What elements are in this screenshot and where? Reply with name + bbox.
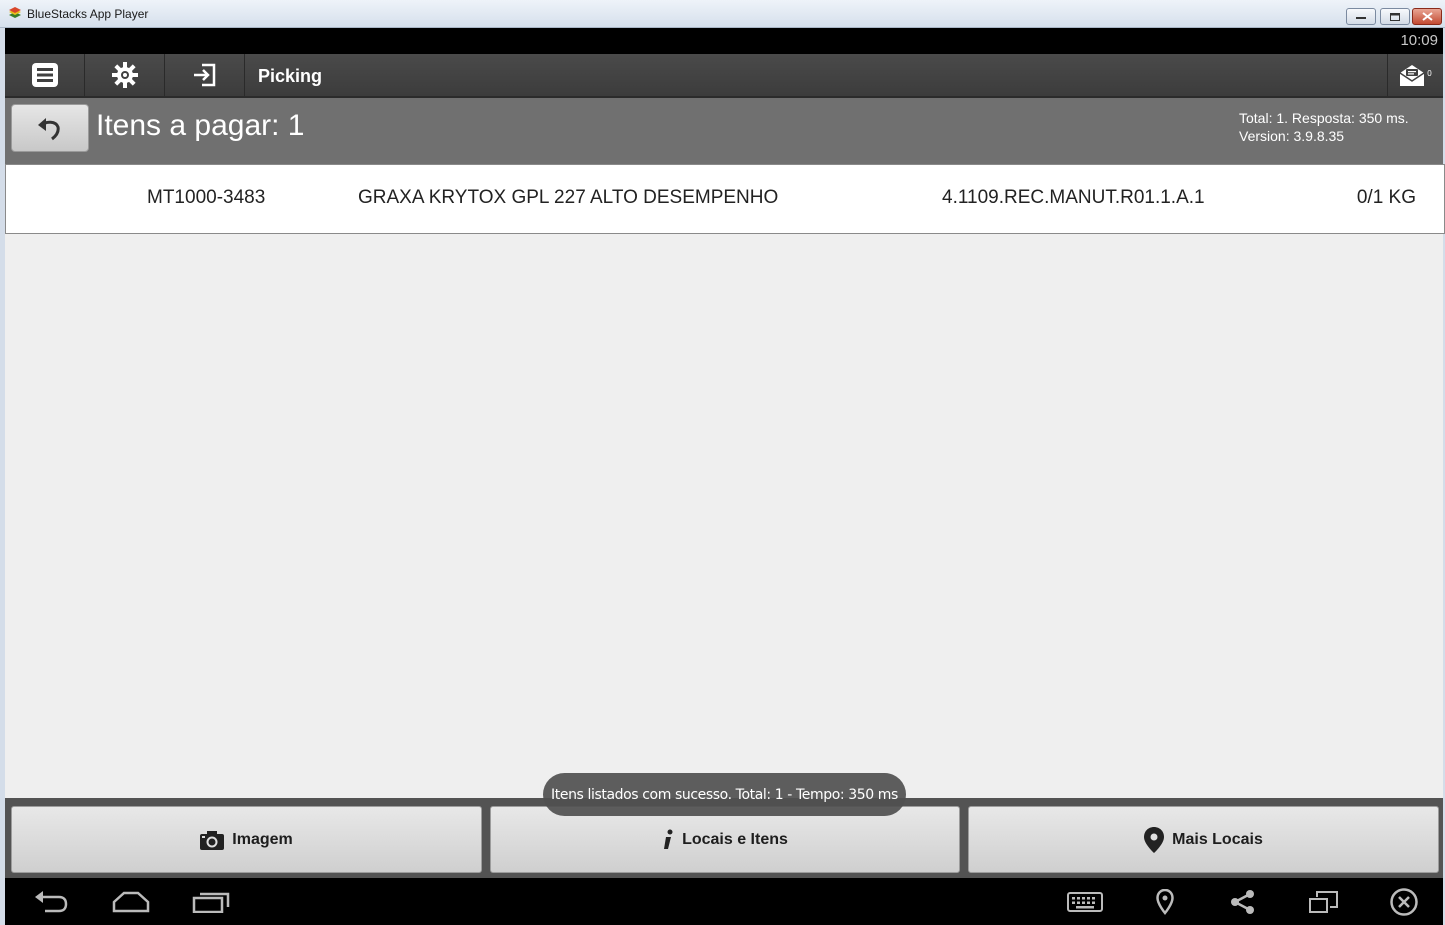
screen-size-icon — [1309, 891, 1338, 913]
status-bar: 10:09 — [5, 28, 1443, 54]
message-count: 0 — [1427, 68, 1432, 78]
screen-title: Picking — [258, 66, 323, 86]
total-response-text: Total: 1. Resposta: 350 ms. — [1239, 110, 1409, 126]
menu-button[interactable] — [5, 54, 85, 96]
home-icon — [112, 891, 150, 913]
page-title: Itens a pagar: 1 — [96, 109, 305, 142]
action-bar: Picking 0 — [5, 54, 1443, 98]
messages-button[interactable]: 0 — [1387, 54, 1443, 96]
status-clock: 10:09 — [1400, 32, 1438, 49]
item-code: MT1000-3483 — [147, 187, 266, 208]
keyboard-icon — [1067, 892, 1103, 912]
window-title: BlueStacks App Player — [27, 7, 149, 21]
map-pin-icon — [1144, 826, 1165, 853]
keyboard-button[interactable] — [1065, 888, 1105, 916]
close-window-button[interactable] — [1412, 8, 1442, 25]
header-panel: Itens a pagar: 1 Total: 1. Resposta: 350… — [5, 98, 1443, 164]
locais-itens-label: Locais e Itens — [682, 830, 788, 848]
undo-arrow-icon — [38, 118, 60, 141]
mais-locais-button[interactable]: Mais Locais — [968, 806, 1439, 873]
items-list: MT1000-3483 GRAXA KRYTOX GPL 227 ALTO DE… — [5, 164, 1445, 798]
login-icon — [193, 63, 215, 87]
bluestacks-logo-icon — [9, 7, 21, 18]
recent-apps-icon — [192, 892, 230, 913]
nav-recent-apps-button[interactable] — [191, 888, 231, 916]
close-app-button[interactable] — [1384, 888, 1424, 916]
item-quantity: 0/1 KG — [1356, 187, 1416, 208]
toast-message: Itens listados com sucesso. Total: 1 - T… — [543, 773, 906, 816]
window-title-bar[interactable]: BlueStacks App Player — [0, 0, 1445, 28]
back-button[interactable] — [11, 104, 89, 152]
list-item[interactable]: MT1000-3483 GRAXA KRYTOX GPL 227 ALTO DE… — [5, 164, 1445, 234]
share-button[interactable] — [1223, 888, 1263, 916]
image-button-label: Imagem — [232, 830, 293, 848]
nav-back-button[interactable] — [31, 888, 71, 916]
close-icon — [1413, 9, 1441, 24]
list-icon — [31, 63, 58, 87]
maximize-button[interactable] — [1380, 8, 1410, 25]
message-icon — [1399, 65, 1425, 86]
navigation-bar — [5, 878, 1443, 925]
gear-icon — [111, 62, 138, 88]
minimize-button[interactable] — [1346, 8, 1376, 25]
location-pin-icon — [1156, 889, 1174, 915]
nav-home-button[interactable] — [111, 888, 151, 916]
locais-itens-button[interactable]: Locais e Itens — [490, 806, 960, 873]
location-button[interactable] — [1145, 888, 1185, 916]
back-arrow-icon — [35, 891, 68, 913]
login-button[interactable] — [165, 54, 245, 96]
response-info: Total: 1. Resposta: 350 ms. Version: 3.9… — [1239, 109, 1409, 145]
maximize-icon — [1381, 9, 1409, 24]
close-circle-icon — [1390, 888, 1418, 916]
image-button[interactable]: Imagem — [11, 806, 482, 873]
item-description: GRAXA KRYTOX GPL 227 ALTO DESEMPENHO — [358, 187, 779, 208]
version-text: Version: 3.9.8.35 — [1239, 128, 1345, 144]
info-icon — [664, 829, 673, 849]
item-location: 4.1109.REC.MANUT.R01.1.A.1 — [942, 187, 1205, 208]
share-icon — [1231, 890, 1254, 914]
mais-locais-label: Mais Locais — [1172, 830, 1263, 848]
minimize-icon — [1347, 9, 1375, 24]
camera-icon — [200, 830, 225, 850]
screen-rotate-button[interactable] — [1304, 888, 1344, 916]
settings-button[interactable] — [85, 54, 165, 96]
